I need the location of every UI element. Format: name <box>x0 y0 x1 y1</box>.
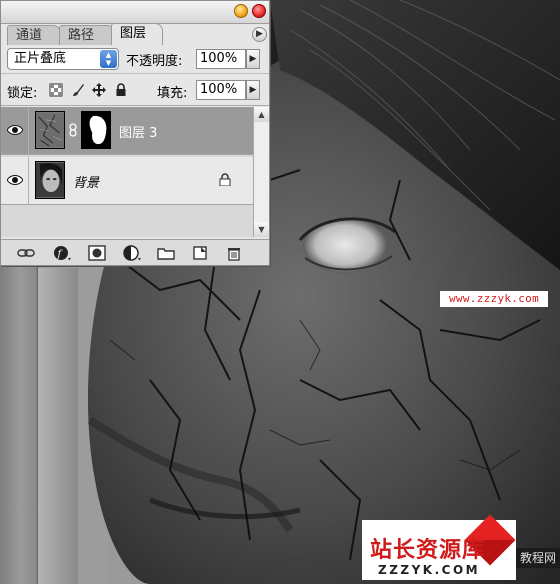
close-button[interactable] <box>252 4 266 18</box>
lock-pixels-brush-icon[interactable] <box>71 83 85 97</box>
lock-position-move-icon[interactable] <box>92 83 106 97</box>
layer-style-icon[interactable]: f <box>53 245 71 261</box>
scroll-up-icon[interactable]: ▲ <box>254 107 269 122</box>
new-group-icon[interactable] <box>157 245 175 261</box>
lock-all-icon[interactable] <box>114 83 128 97</box>
triangle-right-icon: ▶ <box>256 29 263 39</box>
watermark-logo: 站长资源库 ZZZYK.COM <box>362 514 516 580</box>
layers-list: 图层 3 背景 <box>1 107 253 237</box>
layer-lock-icon <box>219 173 231 186</box>
lock-row: 锁定: 填充: 100% ▶ <box>1 75 269 106</box>
layers-scrollbar[interactable]: ▲ ▼ <box>253 107 269 237</box>
layer-row-background[interactable]: 背景 <box>1 157 253 205</box>
logo-name: 站长资源库 <box>370 538 486 563</box>
opacity-input[interactable]: 100% <box>196 49 246 69</box>
logo-domain: ZZZYK.COM <box>378 563 481 577</box>
blend-mode-value: 正片叠底 <box>14 51 67 66</box>
triangle-right-icon: ▶ <box>249 85 257 95</box>
blend-row: 正片叠底 ▲ ▼ 不透明度: 100% ▶ <box>1 45 269 74</box>
layer-row-layer3[interactable]: 图层 3 <box>1 107 253 155</box>
lock-label: 锁定: <box>7 86 38 101</box>
link-layers-icon[interactable] <box>17 245 35 261</box>
layer-name[interactable]: 图层 3 <box>119 122 157 141</box>
eye-icon <box>7 125 23 135</box>
select-arrows-icon: ▲ ▼ <box>100 50 117 68</box>
eye-icon <box>7 175 23 185</box>
layer-mask-thumbnail[interactable] <box>81 111 111 149</box>
tab-layers[interactable]: 图层 <box>111 23 163 45</box>
triangle-right-icon: ▶ <box>249 54 257 64</box>
scroll-down-icon[interactable]: ▼ <box>254 222 269 237</box>
fill-label: 填充: <box>157 86 188 101</box>
layer-thumbnail[interactable] <box>35 111 65 149</box>
blend-mode-select[interactable]: 正片叠底 ▲ ▼ <box>7 48 119 70</box>
visibility-toggle[interactable] <box>1 157 29 204</box>
watermark-url: www.zzzyk.com <box>440 291 548 307</box>
panel-titlebar[interactable] <box>1 1 269 24</box>
panel-menu-button[interactable]: ▶ <box>252 27 267 42</box>
layers-panel: 通道 路径 图层 ▶ 正片叠底 ▲ ▼ 不透明度: 100% ▶ 锁定: 填充:… <box>0 0 270 266</box>
opacity-slider-button[interactable]: ▶ <box>246 49 260 69</box>
new-layer-icon[interactable] <box>191 245 209 261</box>
opacity-label: 不透明度: <box>126 54 183 69</box>
chain-link-icon[interactable] <box>68 123 78 137</box>
fill-input[interactable]: 100% <box>196 80 246 100</box>
panel-bottom-bar: f <box>1 239 269 265</box>
watermark-corner-tag: 教程网 <box>516 548 560 568</box>
add-mask-icon[interactable] <box>88 245 106 261</box>
visibility-toggle[interactable] <box>1 107 29 154</box>
fill-slider-button[interactable]: ▶ <box>246 80 260 100</box>
tab-channels[interactable]: 通道 <box>7 25 61 45</box>
adjustment-layer-icon[interactable] <box>123 245 141 261</box>
layer-thumbnail[interactable] <box>35 161 65 199</box>
trash-icon[interactable] <box>225 245 243 261</box>
minimize-button[interactable] <box>234 4 248 18</box>
tab-paths[interactable]: 路径 <box>59 25 115 45</box>
layer-name[interactable]: 背景 <box>73 172 99 191</box>
lock-transparency-icon[interactable] <box>49 83 63 97</box>
